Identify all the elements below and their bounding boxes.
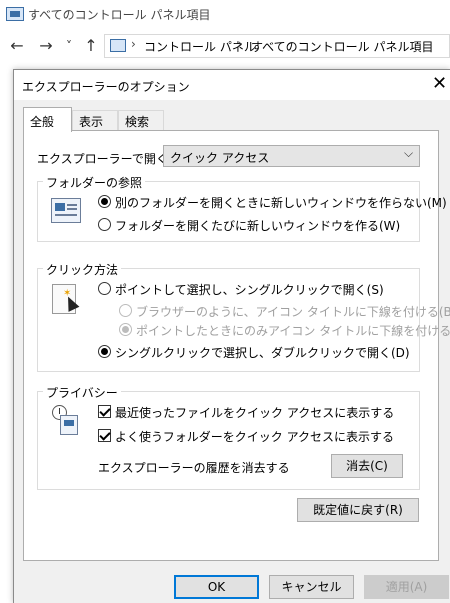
explorer-window-title: すべてのコントロール パネル項目	[28, 8, 211, 22]
folder-window-icon	[51, 198, 81, 223]
open-in-selected-value: クイック アクセス	[170, 151, 270, 165]
clear-history-button[interactable]: 消去(C)	[331, 454, 403, 478]
chevron-down-icon: ⌵	[404, 146, 414, 160]
back-arrow-icon[interactable]: ←	[8, 36, 26, 56]
double-click-label[interactable]: シングルクリックで選択し、ダブルクリックで開く(D)	[115, 344, 410, 361]
breadcrumb-all-items[interactable]: すべてのコントロール パネル項目	[251, 38, 434, 55]
dialog-title: エクスプローラーのオプション	[22, 80, 190, 94]
ok-button[interactable]: OK	[174, 575, 259, 599]
show-frequent-folders-checkbox[interactable]	[98, 429, 111, 442]
pointer-click-icon: ✶	[52, 284, 80, 314]
recent-history-icon	[52, 405, 82, 437]
underline-hover-radio[interactable]	[119, 323, 132, 336]
tab-view[interactable]: 表示	[72, 110, 118, 131]
show-recent-files-checkbox[interactable]	[98, 405, 111, 418]
same-window-label[interactable]: 別のフォルダーを開くときに新しいウィンドウを作らない(M)	[115, 194, 447, 211]
underline-always-radio[interactable]	[119, 304, 132, 317]
show-frequent-folders-label[interactable]: よく使うフォルダーをクイック アクセスに表示する	[115, 428, 394, 445]
clear-history-label: エクスプローラーの履歴を消去する	[98, 461, 290, 475]
tab-search[interactable]: 検索	[118, 110, 164, 131]
recent-locations-chevron-icon[interactable]: ˅	[62, 36, 76, 56]
same-window-radio[interactable]	[98, 195, 111, 208]
breadcrumb-separator-icon: ›	[238, 37, 243, 51]
tab-general[interactable]: 全般	[23, 107, 72, 132]
underline-always-label[interactable]: ブラウザーのように、アイコン タイトルに下線を付ける(B)	[136, 303, 450, 320]
single-click-label[interactable]: ポイントして選択し、シングルクリックで開く(S)	[115, 281, 384, 298]
control-panel-icon	[6, 7, 24, 21]
breadcrumb-separator-icon: ›	[131, 37, 136, 51]
single-click-radio[interactable]	[98, 282, 111, 295]
privacy-title: プライバシー	[43, 384, 121, 401]
new-window-radio[interactable]	[98, 218, 111, 231]
forward-arrow-icon[interactable]: →	[37, 36, 55, 56]
restore-defaults-button[interactable]: 既定値に戻す(R)	[297, 498, 419, 522]
up-arrow-icon[interactable]: ↑	[82, 36, 100, 56]
new-window-label[interactable]: フォルダーを開くたびに新しいウィンドウを作る(W)	[115, 217, 400, 234]
show-recent-files-label[interactable]: 最近使ったファイルをクイック アクセスに表示する	[115, 404, 394, 421]
open-in-label: エクスプローラーで開く:	[37, 152, 172, 166]
close-icon[interactable]: ✕	[432, 73, 447, 94]
apply-button[interactable]: 適用(A)	[364, 575, 449, 599]
cancel-button[interactable]: キャンセル	[269, 575, 354, 599]
double-click-radio[interactable]	[98, 345, 111, 358]
click-items-title: クリック方法	[43, 261, 122, 278]
underline-hover-label[interactable]: ポイントしたときにのみアイコン タイトルに下線を付ける(P)	[136, 322, 450, 339]
browse-folders-title: フォルダーの参照	[43, 174, 146, 191]
control-panel-small-icon	[110, 39, 126, 52]
